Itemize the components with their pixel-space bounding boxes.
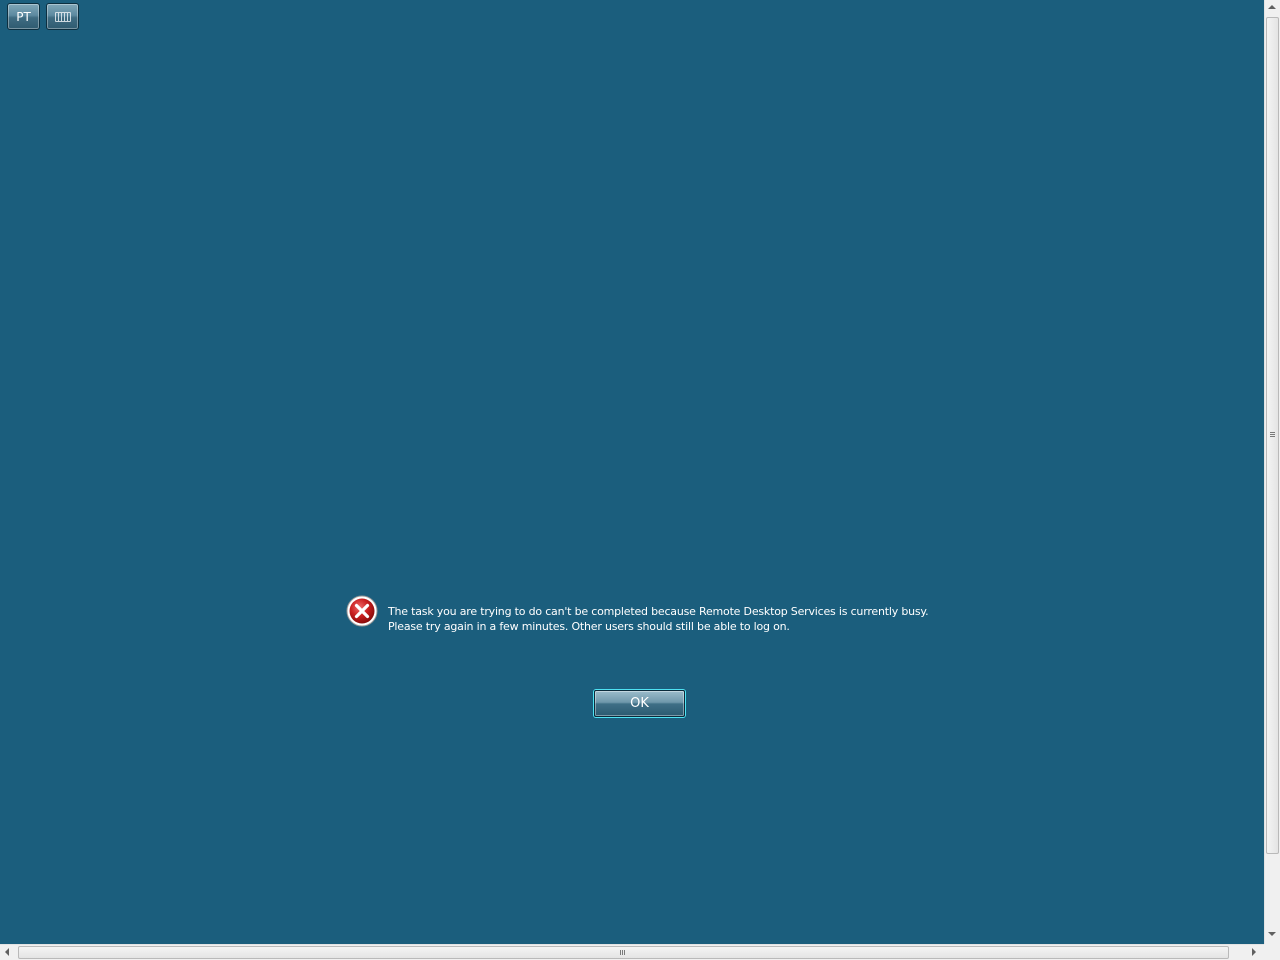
- remote-desktop-background: PT The task you are trying to do can't b…: [0, 0, 1264, 944]
- scroll-up-arrow-icon[interactable]: [1268, 5, 1276, 9]
- vertical-scrollbar[interactable]: [1264, 0, 1280, 944]
- horizontal-scrollbar[interactable]: [0, 944, 1264, 960]
- input-language-button[interactable]: PT: [7, 3, 40, 30]
- scroll-left-arrow-icon[interactable]: [5, 948, 9, 956]
- on-screen-keyboard-button[interactable]: [46, 3, 79, 30]
- scrollbar-corner: [1264, 944, 1280, 960]
- scroll-down-arrow-icon[interactable]: [1268, 932, 1276, 936]
- vertical-scroll-thumb[interactable]: [1266, 17, 1279, 854]
- horizontal-scroll-thumb[interactable]: [18, 946, 1229, 959]
- input-language-label: PT: [16, 9, 31, 24]
- error-message-line-2: Please try again in a few minutes. Other…: [388, 620, 790, 633]
- grip-icon: [620, 950, 626, 955]
- grip-icon: [1270, 432, 1275, 438]
- ok-button-label: OK: [630, 696, 649, 711]
- error-message-line-1: The task you are trying to do can't be c…: [388, 605, 929, 618]
- error-message: The task you are trying to do can't be c…: [388, 604, 988, 634]
- error-icon: [346, 595, 378, 627]
- keyboard-icon: [54, 11, 71, 22]
- ok-button[interactable]: OK: [594, 690, 685, 717]
- scroll-right-arrow-icon[interactable]: [1252, 948, 1256, 956]
